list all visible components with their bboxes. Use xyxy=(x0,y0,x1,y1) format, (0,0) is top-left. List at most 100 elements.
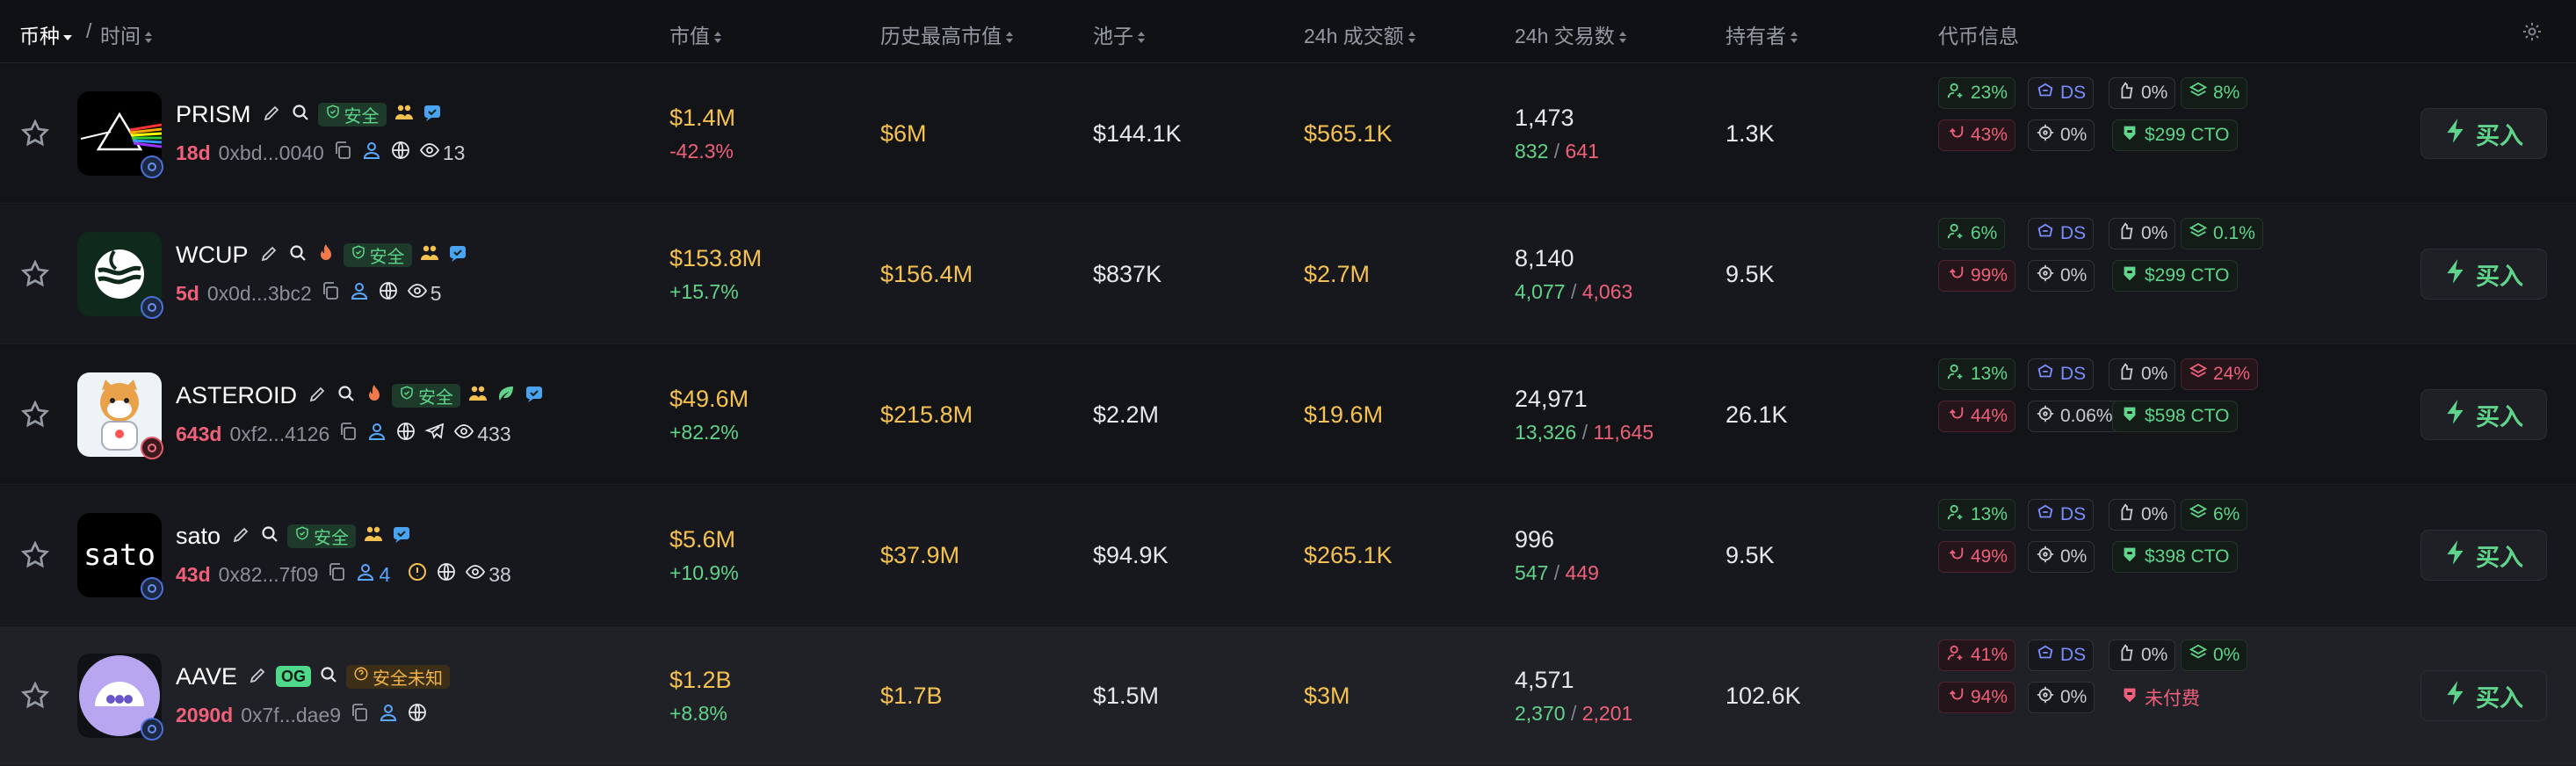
cto-chip[interactable]: $598 CTO xyxy=(2112,401,2238,432)
search-icon[interactable] xyxy=(318,664,339,690)
header-time[interactable]: 时间 xyxy=(100,19,152,49)
market-cap-change: +10.9% xyxy=(669,561,739,584)
star-icon[interactable] xyxy=(19,118,51,149)
token-address[interactable]: 0x0d...3bc2 xyxy=(207,282,312,306)
dexscreener-chip[interactable]: DS xyxy=(2028,218,2095,249)
buy-button[interactable]: 买入 xyxy=(2420,389,2547,440)
buy-label: 买入 xyxy=(2476,122,2523,149)
dev-holding-chip[interactable]: 0% xyxy=(2109,499,2176,531)
search-icon[interactable] xyxy=(259,524,280,549)
token-address[interactable]: 0x7f...dae9 xyxy=(241,704,341,727)
edit-icon[interactable] xyxy=(308,383,329,408)
header-coin[interactable]: 币种 xyxy=(19,19,72,49)
insiders-chip[interactable]: 44% xyxy=(1938,401,2016,432)
top10-chip[interactable]: 41% xyxy=(1938,640,2016,671)
header-market-cap[interactable]: 市值 xyxy=(669,19,721,49)
header-txs[interactable]: 24h 交易数 xyxy=(1515,19,1626,49)
dev-holding-chip[interactable]: 0% xyxy=(2109,77,2176,109)
top10-chip[interactable]: 13% xyxy=(1938,499,2016,531)
lightning-icon xyxy=(2444,118,2467,150)
dev-holding-chip[interactable]: 0% xyxy=(2109,218,2176,249)
insiders-chip[interactable]: 94% xyxy=(1938,682,2016,713)
header-ath-market-cap[interactable]: 历史最高市值 xyxy=(880,19,1013,49)
star-icon[interactable] xyxy=(19,680,51,712)
cto-chip[interactable]: $299 CTO xyxy=(2112,260,2238,292)
table-header: 币种 / 时间 市值 历史最高市值 池子 24h 成交额 24h 交易数 持有者… xyxy=(0,0,2576,63)
cto-chip[interactable]: $299 CTO xyxy=(2112,119,2238,151)
star-icon[interactable] xyxy=(19,399,51,430)
search-icon[interactable] xyxy=(287,242,308,268)
cto-chip[interactable]: $398 CTO xyxy=(2112,541,2238,573)
bundle-chip[interactable]: 0.06% xyxy=(2028,401,2121,432)
token-symbol[interactable]: ASTEROID xyxy=(176,382,297,409)
star-icon[interactable] xyxy=(19,258,51,290)
buy-button[interactable]: 买入 xyxy=(2420,108,2547,159)
bundle-chip[interactable]: 0% xyxy=(2028,260,2095,292)
user-icon[interactable] xyxy=(349,280,370,307)
header-pool[interactable]: 池子 xyxy=(1093,19,1145,49)
edit-icon[interactable] xyxy=(259,242,280,268)
dexscreener-chip[interactable]: DS xyxy=(2028,77,2095,109)
dexscreener-chip[interactable]: DS xyxy=(2028,358,2095,390)
top10-chip[interactable]: 6% xyxy=(1938,218,2006,249)
edit-icon[interactable] xyxy=(262,102,283,127)
insiders-chip[interactable]: 99% xyxy=(1938,260,2016,292)
snipers-chip[interactable]: 8% xyxy=(2181,77,2248,109)
snipers-icon xyxy=(2189,643,2208,668)
user-icon[interactable] xyxy=(366,421,387,447)
copy-icon[interactable] xyxy=(332,140,353,166)
dev-holding-chip[interactable]: 0% xyxy=(2109,358,2176,390)
dev-holding-chip[interactable]: 0% xyxy=(2109,640,2176,671)
copy-icon[interactable] xyxy=(320,280,341,307)
token-symbol[interactable]: AAVE xyxy=(176,663,237,690)
globe-icon[interactable] xyxy=(395,421,416,447)
bundle-chip[interactable]: 0% xyxy=(2028,119,2095,151)
top10-chip[interactable]: 23% xyxy=(1938,77,2016,109)
insiders-chip[interactable]: 43% xyxy=(1938,119,2016,151)
token-address[interactable]: 0xbd...0040 xyxy=(219,141,324,165)
snipers-chip[interactable]: 24% xyxy=(2181,358,2259,390)
snipers-chip[interactable]: 0% xyxy=(2181,640,2248,671)
globe-icon[interactable] xyxy=(407,702,428,728)
telegram-icon[interactable] xyxy=(424,421,445,447)
globe-icon[interactable] xyxy=(436,561,457,588)
edit-icon[interactable] xyxy=(231,524,252,549)
token-symbol[interactable]: WCUP xyxy=(176,242,249,269)
bundle-value: 0% xyxy=(2060,125,2088,145)
copy-icon[interactable] xyxy=(337,421,358,447)
token-symbol[interactable]: sato xyxy=(176,523,221,550)
gear-icon[interactable] xyxy=(2522,21,2543,42)
cto-chip[interactable]: 未付费 xyxy=(2112,682,2208,713)
token-address[interactable]: 0xf2...4126 xyxy=(229,423,329,446)
search-icon[interactable] xyxy=(290,102,311,127)
buy-button[interactable]: 买入 xyxy=(2420,670,2547,721)
token-name-line: WCUP 安全 xyxy=(176,240,468,270)
buy-button[interactable]: 买入 xyxy=(2420,530,2547,581)
insiders-chip[interactable]: 49% xyxy=(1938,541,2016,573)
copy-icon[interactable] xyxy=(349,702,370,728)
search-icon[interactable] xyxy=(336,383,357,408)
bundle-chip[interactable]: 0% xyxy=(2028,541,2095,573)
user-icon[interactable] xyxy=(378,702,399,728)
dexscreener-chip[interactable]: DS xyxy=(2028,640,2095,671)
buy-button[interactable]: 买入 xyxy=(2420,249,2547,300)
warning-icon[interactable] xyxy=(407,561,428,588)
dexscreener-icon xyxy=(2036,643,2055,668)
token-symbol[interactable]: PRISM xyxy=(176,101,251,128)
user-icon[interactable] xyxy=(355,561,376,588)
top10-chip[interactable]: 13% xyxy=(1938,358,2016,390)
star-icon[interactable] xyxy=(19,539,51,571)
snipers-chip[interactable]: 0.1% xyxy=(2181,218,2263,249)
snipers-chip[interactable]: 6% xyxy=(2181,499,2248,531)
copy-icon[interactable] xyxy=(326,561,347,588)
globe-icon[interactable] xyxy=(390,140,411,166)
token-address[interactable]: 0x82...7f09 xyxy=(219,563,319,587)
header-holders[interactable]: 持有者 xyxy=(1726,19,1798,49)
globe-icon[interactable] xyxy=(378,280,399,307)
edit-icon[interactable] xyxy=(248,664,269,690)
header-volume[interactable]: 24h 成交额 xyxy=(1304,19,1415,49)
txs-24h: 1,473 xyxy=(1515,105,1574,131)
user-icon[interactable] xyxy=(361,140,382,166)
dexscreener-chip[interactable]: DS xyxy=(2028,499,2095,531)
bundle-chip[interactable]: 0% xyxy=(2028,682,2095,713)
